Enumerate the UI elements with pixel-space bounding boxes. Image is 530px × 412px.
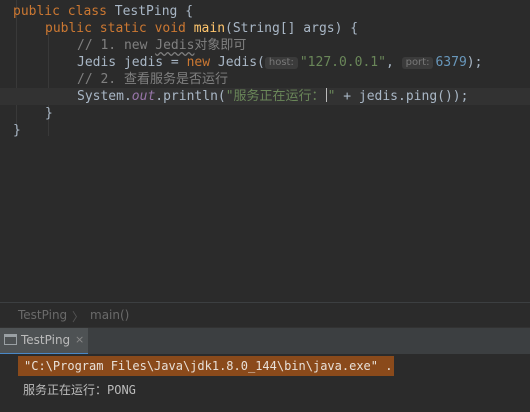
typo-squiggle: Jedis: [155, 38, 195, 53]
comment: 对象即可: [194, 38, 247, 53]
keyword: public class: [13, 4, 115, 19]
brace: {: [177, 4, 194, 19]
static-field: out: [131, 89, 156, 104]
code-line-8[interactable]: }: [0, 122, 530, 139]
paren: (: [257, 55, 265, 70]
class-name: System: [77, 89, 124, 104]
paren: ());: [437, 89, 469, 104]
brace: }: [45, 106, 53, 121]
number-literal: 6379: [435, 55, 467, 70]
paren: );: [466, 55, 483, 70]
paren: (: [217, 89, 226, 104]
class-name: TestPing: [114, 4, 178, 19]
code-line-2[interactable]: public static void main(String[] args) {: [0, 20, 530, 37]
comment: // 1. new: [77, 38, 156, 53]
code-line-7[interactable]: }: [0, 105, 530, 122]
comment: // 2. 查看服务是否运行: [77, 72, 228, 87]
breadcrumb: TestPing 〉 main(): [0, 302, 530, 327]
console-icon: [4, 334, 17, 345]
type-name: Jedis: [77, 55, 117, 70]
comma: ,: [385, 55, 402, 70]
keyword: public static void: [45, 21, 194, 36]
code-editor[interactable]: public class TestPing { public static vo…: [0, 0, 530, 302]
run-tab[interactable]: TestPing ×: [0, 328, 88, 355]
code-line-1[interactable]: public class TestPing {: [0, 3, 530, 20]
code-line-4[interactable]: Jedis jedis = new Jedis(host: "127.0.0.1"…: [0, 54, 530, 71]
method-name: main: [193, 21, 226, 36]
expression: + jedis.: [335, 89, 406, 104]
code-line-5[interactable]: // 2. 查看服务是否运行: [0, 71, 530, 88]
run-command-line[interactable]: "C:\Program Files\Java\jdk1.8.0_144\bin\…: [18, 356, 394, 376]
method-call: ping: [405, 89, 438, 104]
paren: (: [225, 21, 233, 36]
variable: jedis =: [116, 55, 187, 70]
text-caret: [325, 88, 327, 102]
type-name: String: [232, 21, 280, 36]
dot: .: [155, 89, 164, 104]
console-output: 服务正在运行：PONG: [23, 383, 136, 397]
brace: }: [13, 123, 21, 138]
constructor: Jedis: [217, 55, 258, 70]
keyword: new: [186, 55, 218, 70]
close-icon[interactable]: ×: [75, 333, 84, 346]
param-hint-host: host:: [264, 57, 298, 69]
code-line-6-current[interactable]: System.out.println("服务正在运行： " + jedis.pin…: [0, 88, 530, 105]
params: [] args) {: [279, 21, 359, 36]
run-console[interactable]: "C:\Program Files\Java\jdk1.8.0_144\bin\…: [0, 354, 530, 412]
breadcrumb-method[interactable]: main(): [90, 308, 129, 322]
code-line-3[interactable]: // 1. new Jedis对象即可: [0, 37, 530, 54]
dot: .: [123, 89, 132, 104]
breadcrumb-separator: 〉: [72, 310, 85, 324]
param-hint-port: port:: [401, 57, 434, 69]
string-literal: "127.0.0.1": [299, 55, 386, 70]
run-tool-window-tabs: TestPing ×: [0, 327, 530, 355]
string-literal: "服务正在运行：: [225, 89, 325, 104]
method-call: println: [163, 89, 218, 104]
breadcrumb-class[interactable]: TestPing: [18, 308, 67, 322]
run-tab-label: TestPing: [21, 333, 71, 347]
